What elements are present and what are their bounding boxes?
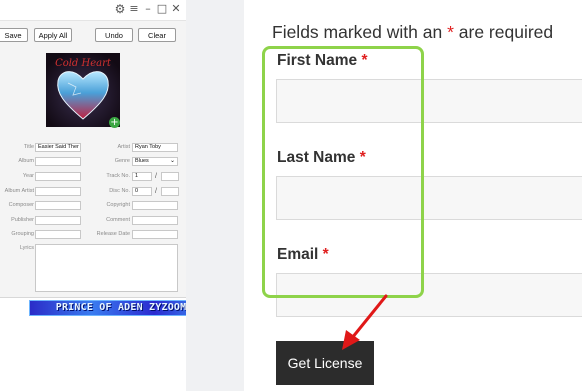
title-label: Title: [23, 144, 34, 150]
disc-total-field[interactable]: [161, 187, 179, 196]
apply-all-button[interactable]: Apply All: [34, 28, 72, 42]
comment-field[interactable]: [132, 216, 178, 225]
album-label: Album: [18, 158, 34, 164]
year-field[interactable]: [35, 172, 81, 181]
grouping-field[interactable]: [35, 230, 81, 239]
undo-button[interactable]: Undo: [95, 28, 133, 42]
gear-icon[interactable]: ⚙: [114, 3, 126, 15]
publisher-label: Publisher: [11, 217, 34, 223]
tag-editor-panel: ⚙ ≡ – □ ✕ Save Apply All Undo Clear Cold…: [0, 0, 187, 298]
album-artist-field[interactable]: [35, 187, 81, 196]
album-field[interactable]: [35, 157, 81, 166]
lyrics-field[interactable]: [35, 244, 178, 292]
composer-field[interactable]: [35, 201, 81, 210]
publisher-field[interactable]: [35, 216, 81, 225]
artist-label: Artist: [117, 144, 130, 150]
album-art[interactable]: Cold Heart: [46, 53, 120, 127]
close-icon[interactable]: ✕: [170, 3, 182, 15]
chevron-down-icon: ⌄: [169, 158, 175, 164]
copyright-label: Copyright: [106, 202, 130, 208]
release-date-label: Release Date: [96, 231, 130, 237]
maximize-icon[interactable]: □: [156, 3, 168, 15]
minimize-icon[interactable]: –: [142, 3, 154, 15]
track-total-field[interactable]: [161, 172, 179, 181]
save-button[interactable]: Save: [0, 28, 28, 42]
title-field[interactable]: Easier Said Ther: [35, 143, 81, 152]
release-date-field[interactable]: [132, 230, 178, 239]
menu-icon[interactable]: ≡: [128, 3, 140, 15]
genre-select[interactable]: Blues ⌄: [132, 157, 178, 166]
genre-label: Genre: [114, 158, 130, 164]
disc-separator: /: [155, 188, 157, 195]
lyrics-label: Lyrics: [19, 245, 34, 251]
required-fields-note: Fields marked with an * are required: [272, 22, 553, 43]
artist-field[interactable]: Ryan Toby: [132, 143, 178, 152]
disc-label: Disc No.: [109, 188, 130, 194]
panel-titlebar: ⚙ ≡ – □ ✕: [0, 0, 186, 21]
genre-value: Blues: [135, 158, 149, 164]
grouping-label: Grouping: [11, 231, 34, 237]
album-artist-label: Album Artist: [4, 188, 34, 194]
required-note-end: are required: [458, 22, 554, 42]
year-label: Year: [22, 173, 34, 179]
add-art-icon[interactable]: +: [109, 117, 120, 128]
page-gutter: [186, 0, 244, 391]
comment-label: Comment: [106, 217, 130, 223]
red-arrow-icon: [342, 294, 388, 350]
track-label: Track No.: [106, 173, 130, 179]
copyright-field[interactable]: [132, 201, 178, 210]
highlight-box: [262, 46, 424, 298]
album-art-title: Cold Heart: [55, 58, 112, 69]
disc-field[interactable]: 0: [132, 187, 152, 196]
composer-label: Composer: [8, 202, 34, 208]
track-separator: /: [155, 173, 157, 180]
track-field[interactable]: 1: [132, 172, 152, 181]
clear-button[interactable]: Clear: [138, 28, 176, 42]
required-note-start: Fields marked with an: [272, 22, 443, 42]
required-star: *: [447, 22, 454, 42]
